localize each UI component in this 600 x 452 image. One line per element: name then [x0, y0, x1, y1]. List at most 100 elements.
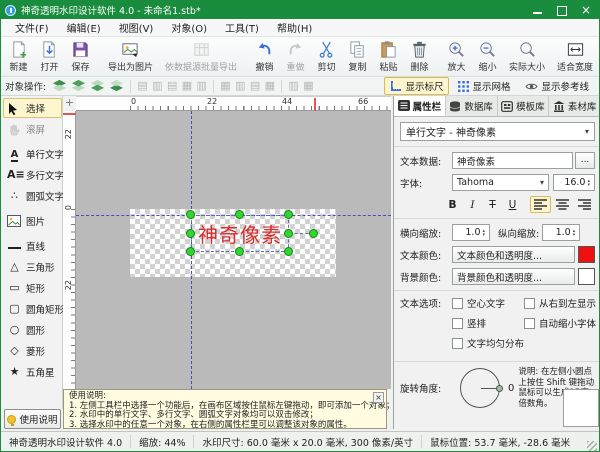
checkbox-icon[interactable] [452, 298, 463, 309]
delete-button[interactable]: 删除 [404, 38, 435, 75]
minimize-button[interactable] [533, 5, 543, 15]
copy-button[interactable]: 复制 [342, 38, 373, 75]
align-center-button[interactable] [552, 196, 573, 213]
selection-handle-sw[interactable] [186, 247, 195, 256]
tool-triangle[interactable]: △ 三角形 [3, 257, 62, 277]
bring-to-front-icon[interactable] [52, 79, 67, 93]
checkbox-icon[interactable] [524, 298, 535, 309]
undo-button[interactable]: 撤销 [249, 38, 280, 75]
info-close-icon[interactable]: × [373, 392, 384, 403]
text-color-button[interactable]: 文本颜色和透明度... [452, 246, 575, 263]
title-bar: 神奇透明水印设计软件 4.0 - 未命名1.stb* × [1, 1, 600, 19]
usage-help-button[interactable]: 使用说明 [4, 409, 61, 429]
zoom-in-button[interactable]: 放大 [441, 38, 472, 75]
show-ruler-label: 显示标尺 [405, 79, 443, 93]
selection-handle-s[interactable] [235, 247, 244, 256]
strikethrough-button[interactable]: T [483, 196, 502, 213]
checkbox-vertical-text[interactable]: 竖排 [452, 316, 524, 330]
show-guides-toggle[interactable]: 显示参考线 [519, 77, 595, 95]
selection-handle-e[interactable] [284, 229, 293, 238]
tool-circle[interactable]: ○ 圆形 [3, 320, 62, 340]
properties-icon [398, 100, 410, 111]
checkbox-hollow-text[interactable]: 空心文字 [452, 296, 524, 310]
menu-file[interactable]: 文件(F) [7, 18, 57, 37]
rotation-dial-handle[interactable] [496, 385, 503, 392]
resize-grip[interactable] [587, 441, 597, 451]
show-grid-toggle[interactable]: 显示网格 [452, 77, 516, 95]
tool-pan: 滚屏 [3, 119, 62, 139]
tab-database[interactable]: 数据库 [446, 96, 498, 116]
tool-select[interactable]: 选择 [3, 98, 62, 118]
v-ruler-label: 22 [64, 129, 73, 139]
h-scale-spinner[interactable]: 1.0▴▾ [452, 224, 490, 241]
rotation-dial[interactable] [460, 368, 500, 408]
tool-diamond[interactable]: ◇ 菱形 [3, 341, 62, 361]
show-ruler-toggle[interactable]: 显示标尺 [384, 77, 449, 95]
checkbox-auto-shrink-font[interactable]: 自动缩小字体 [524, 316, 596, 330]
tool-star[interactable]: ★ 五角星 [3, 362, 62, 382]
new-button[interactable]: 新建 [3, 38, 34, 75]
italic-button[interactable]: I [463, 196, 482, 213]
workspace[interactable]: 神奇像素 [76, 111, 391, 389]
bg-color-button[interactable]: 背景颜色和透明度... [452, 268, 575, 285]
checkbox-icon[interactable] [524, 318, 535, 329]
menu-tools[interactable]: 工具(T) [217, 18, 267, 37]
tool-image[interactable]: 图片 [3, 211, 62, 231]
send-to-back-icon[interactable] [109, 79, 124, 93]
checkbox-right-to-left[interactable]: 从右到左显示 [524, 296, 596, 310]
show-grid-label: 显示网格 [472, 79, 510, 93]
font-family-select[interactable]: Tahoma▾ [452, 174, 549, 191]
selection-handle-w[interactable] [186, 229, 195, 238]
text-data-more-button[interactable]: ... [575, 152, 595, 169]
tab-properties[interactable]: 属性栏 [394, 96, 446, 116]
zoom-out-button[interactable]: 缩小 [472, 38, 503, 75]
selection-handle-ne[interactable] [284, 210, 293, 219]
watermark-text[interactable]: 神奇像素 [198, 219, 282, 248]
tool-arc-text[interactable]: ∴ 圆弧文字 [3, 186, 62, 206]
save-button[interactable]: 保存 [65, 38, 96, 75]
text-data-input[interactable]: 神奇像素 [452, 152, 573, 169]
export-image-button[interactable]: 导出为图片 [102, 38, 159, 75]
open-button[interactable]: 打开 [34, 38, 65, 75]
tool-line[interactable]: 直线 [3, 236, 62, 256]
v-scale-spinner[interactable]: 1.0▴▾ [542, 224, 580, 241]
spinner-arrows-icon[interactable]: ▴▾ [585, 179, 590, 187]
same-size-icon: ▦ [303, 79, 313, 93]
tool-multi-line-text[interactable]: A≡ 多行文字 [3, 165, 62, 185]
checkbox-icon[interactable] [452, 318, 463, 329]
cut-button[interactable]: 剪切 [311, 38, 342, 75]
menu-view[interactable]: 视图(V) [111, 18, 162, 37]
font-size-spinner[interactable]: 16.0 ▴▾ [553, 174, 595, 191]
checkbox-icon[interactable] [452, 338, 463, 349]
align-right-button[interactable] [574, 196, 595, 213]
paste-button[interactable]: 粘贴 [373, 38, 404, 75]
tool-rounded-rectangle[interactable]: ▢ 圆角矩形 [3, 299, 62, 319]
tab-templates[interactable]: 模板库 [498, 96, 550, 116]
send-backward-icon[interactable] [90, 79, 105, 93]
fit-width-button[interactable]: 适合宽度 [551, 38, 599, 75]
bold-button[interactable]: B [443, 196, 462, 213]
rotation-handle[interactable] [309, 229, 318, 238]
object-operations-label: 对象操作: [5, 79, 46, 93]
align-left-button[interactable] [530, 196, 551, 213]
tab-materials[interactable]: 素材库 [549, 96, 600, 116]
spinner-arrows-icon[interactable]: ▴▾ [480, 229, 485, 237]
redo-button: 重做 [280, 38, 311, 75]
checkbox-even-distribution[interactable]: 文字均匀分布 [452, 336, 524, 350]
maximize-button[interactable] [557, 5, 567, 15]
spinner-arrows-icon[interactable]: ▴▾ [571, 229, 576, 237]
selection-handle-se[interactable] [284, 247, 293, 256]
underline-button[interactable]: U [503, 196, 522, 213]
actual-size-button[interactable]: 实际大小 [503, 38, 551, 75]
chevron-down-icon: ▾ [585, 127, 589, 136]
menu-object[interactable]: 对象(O) [163, 18, 215, 37]
menu-help[interactable]: 帮助(H) [269, 18, 320, 37]
tool-single-line-text[interactable]: A 单行文字 [3, 144, 62, 164]
menu-edit[interactable]: 编辑(E) [59, 18, 109, 37]
object-selector-dropdown[interactable]: 单行文字 - 神奇像素 ▾ [400, 122, 595, 141]
selection-handle-nw[interactable] [186, 210, 195, 219]
close-button[interactable]: × [581, 5, 591, 15]
selection-handle-n[interactable] [235, 210, 244, 219]
tool-rectangle[interactable]: ▭ 矩形 [3, 278, 62, 298]
bring-forward-icon[interactable] [71, 79, 86, 93]
